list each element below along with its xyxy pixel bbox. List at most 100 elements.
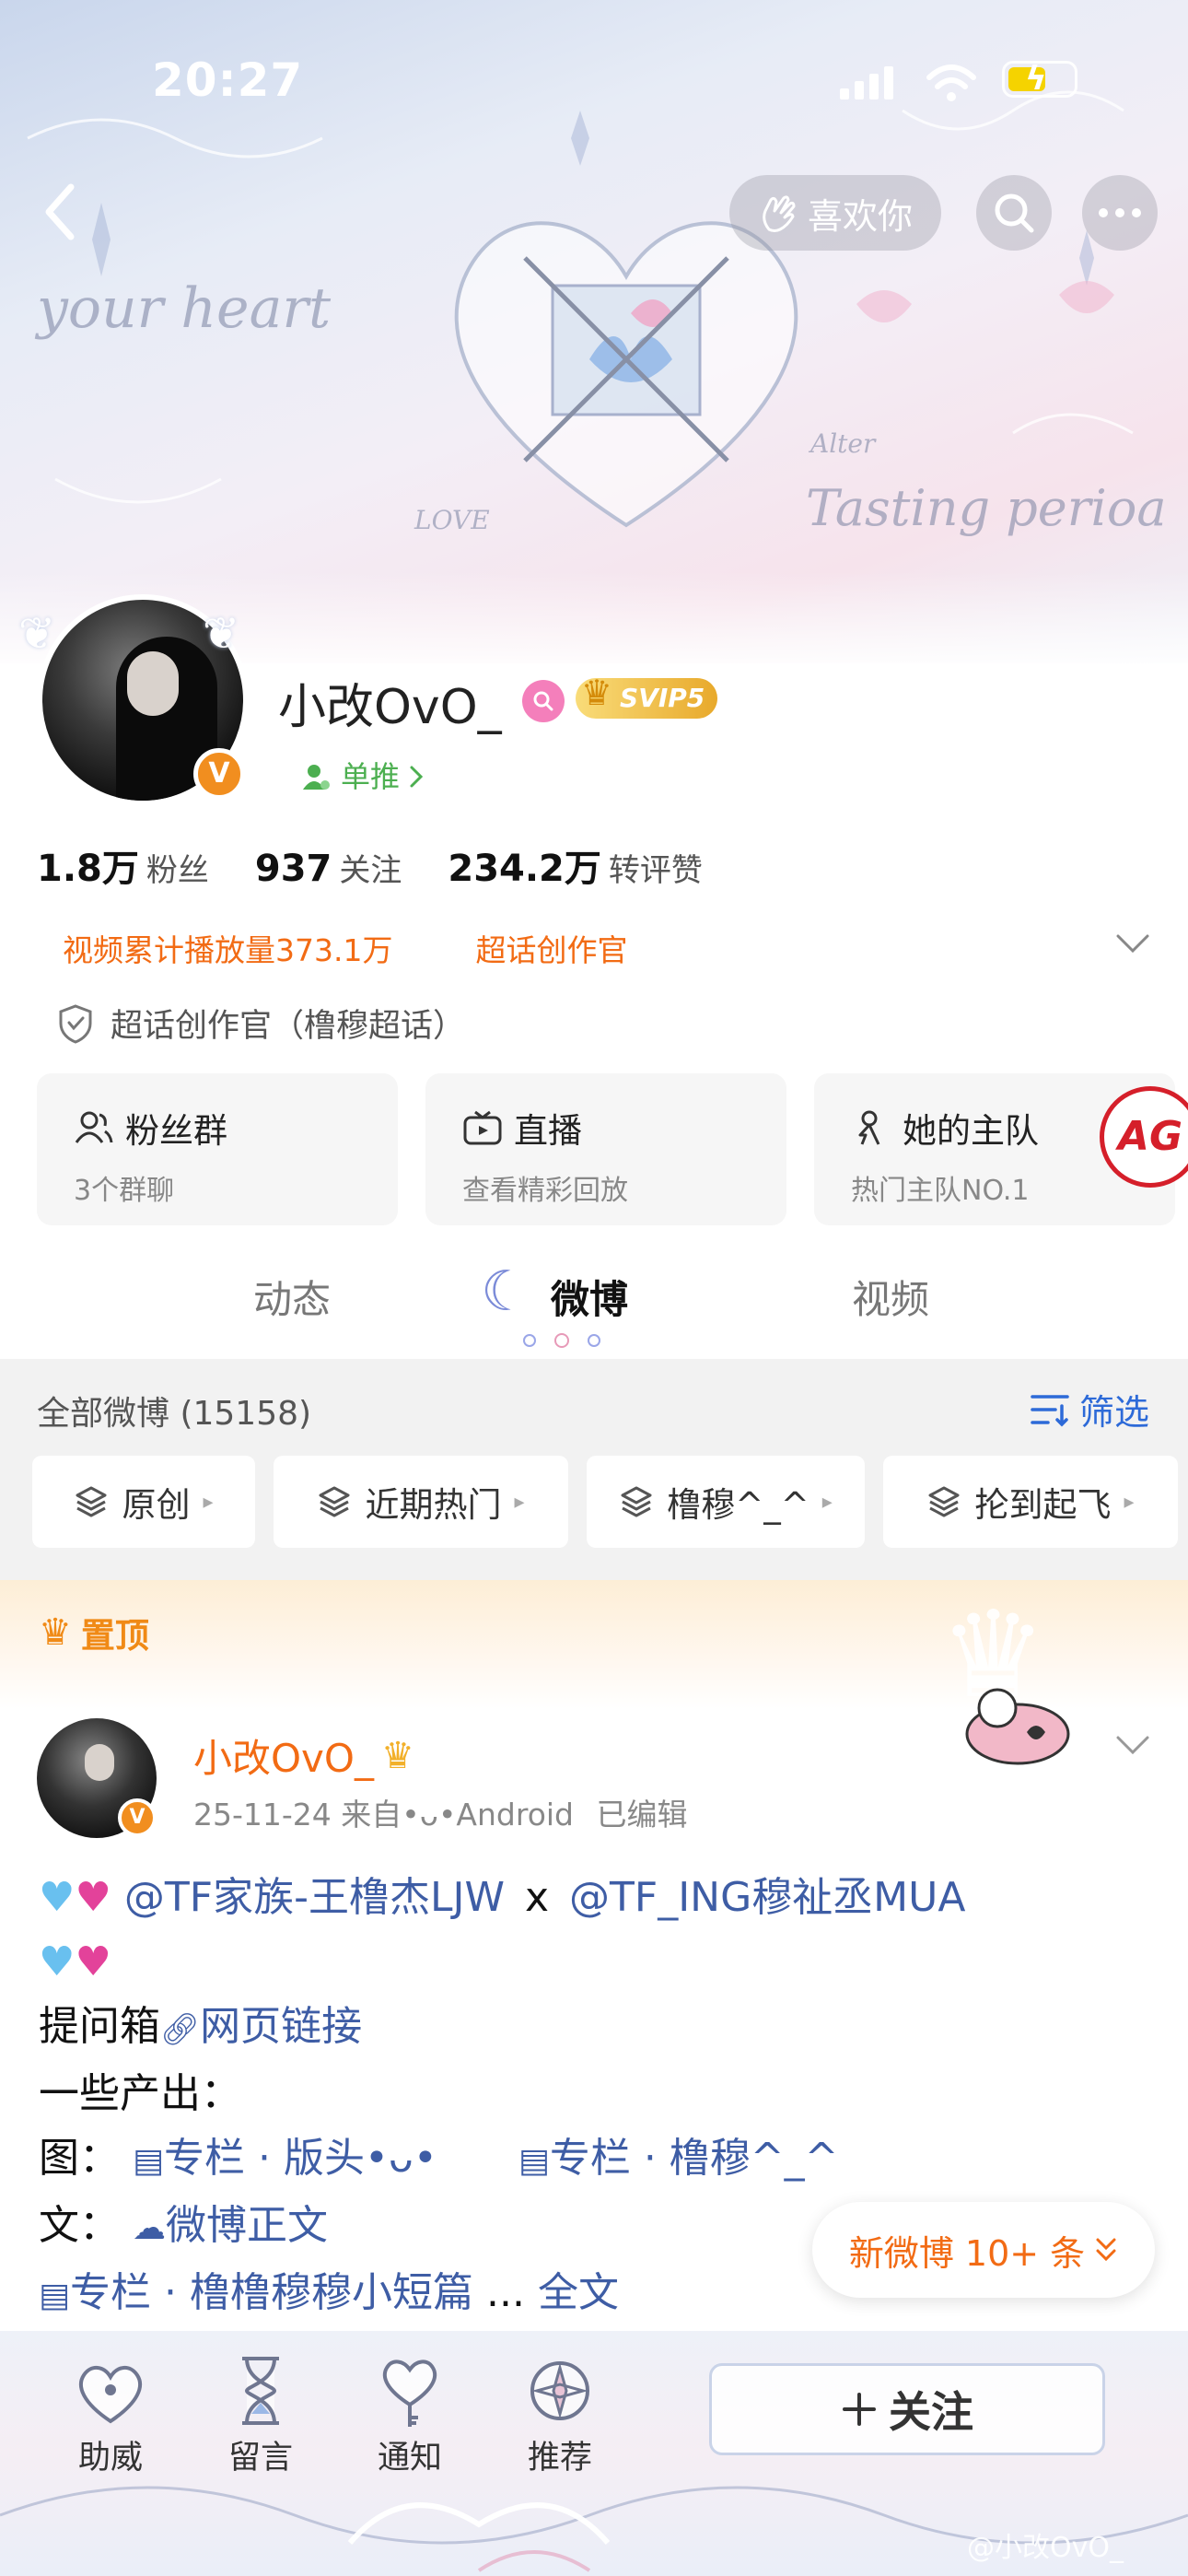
caret-right-icon: ▸	[514, 1490, 525, 1514]
cellular-signal-icon	[840, 66, 893, 100]
nav-label: 助威	[77, 2440, 143, 2476]
filter-button[interactable]: 筛选	[1030, 1384, 1149, 1434]
new-posts-button[interactable]: 新微博 10+ 条	[812, 2202, 1155, 2298]
more-button[interactable]	[1082, 175, 1158, 251]
heart-key-icon	[382, 2359, 437, 2427]
stat-number: 234.2万	[448, 848, 601, 890]
layers-icon	[319, 1486, 350, 1517]
feed-count-header: 全部微博 (15158)	[37, 1395, 312, 1433]
weibo-text-link[interactable]: ☁︎微博正文	[133, 2202, 328, 2249]
crown-icon: ♛	[581, 673, 613, 713]
shield-icon	[59, 1003, 92, 1044]
card-title: 粉丝群	[125, 1111, 227, 1151]
profile-tabs: 动态 ☾ 微博 视频	[0, 1248, 1188, 1359]
text-prefix: 文：	[39, 2202, 120, 2249]
cloud-icon: ☁︎	[133, 2209, 166, 2247]
svip-label: SVIP5	[620, 683, 705, 713]
link-icon: 🔗︎	[160, 2011, 201, 2048]
tab-activity[interactable]: 动态	[253, 1269, 331, 1325]
nav-recommend[interactable]: 推荐	[500, 2345, 620, 2478]
crown-icon: ♛	[380, 1734, 414, 1777]
banner-script-text: Tasting perioa	[806, 479, 1167, 537]
team-icon	[858, 1110, 880, 1145]
card-subtitle: 3个群聊	[74, 1175, 175, 1207]
filter-label: 筛选	[1079, 1392, 1150, 1433]
honor-super-topic[interactable]: 超话创作官	[475, 926, 627, 970]
filter-icon	[1031, 1394, 1069, 1426]
sticker-icon	[965, 1688, 1070, 1765]
pink-heart-icon: ♥	[75, 1874, 111, 1921]
blue-heart-icon: ♥	[39, 1938, 76, 1985]
back-button[interactable]	[28, 180, 92, 244]
search-button[interactable]	[976, 175, 1052, 251]
tag-label: 单推	[341, 759, 401, 794]
stat-followers[interactable]: 1.8万 粉丝	[37, 838, 209, 892]
watermark: @小改OvO_	[967, 2532, 1124, 2564]
column-link[interactable]: ▤专栏 · 橹穆^_^	[518, 2135, 839, 2182]
web-link[interactable]: 🔗︎网页链接	[160, 2003, 362, 2050]
stat-label: 转评赞	[608, 852, 703, 889]
group-icon	[75, 1111, 113, 1143]
weibo-text-link-label: 微博正文	[166, 2202, 328, 2249]
fan-group-card[interactable]: 粉丝群 3个群聊	[37, 1073, 398, 1225]
follow-button[interactable]: 关注	[709, 2363, 1105, 2455]
document-icon: ▤	[39, 2277, 71, 2314]
chip-original[interactable]: 原创 ▸	[32, 1456, 255, 1548]
chevron-down-icon[interactable]	[1114, 1734, 1151, 1756]
tab-indicator-icon	[523, 1333, 600, 1348]
battery-icon: ϟ	[1002, 60, 1077, 98]
nav-message[interactable]: 留言	[201, 2345, 320, 2478]
column-link-label: 专栏 · 版头•ᴗ•	[164, 2135, 437, 2182]
tv-icon	[463, 1110, 502, 1145]
verified-badge-icon: V	[118, 1798, 157, 1837]
honor-video-plays[interactable]: 视频累计播放量373.1万	[63, 926, 392, 970]
nav-notifications[interactable]: 通知	[350, 2345, 470, 2478]
like-you-button[interactable]: 喜欢你	[729, 175, 941, 251]
chip-takeoff[interactable]: 抡到起飞 ▸	[883, 1456, 1178, 1548]
search-icon	[995, 193, 1034, 233]
full-text-link[interactable]: 全文	[538, 2269, 619, 2316]
super-topic-role[interactable]: 超话创作官（橹穆超话）	[57, 1000, 465, 1047]
web-link-label: 网页链接	[200, 2003, 363, 2050]
tab-video[interactable]: 视频	[852, 1269, 929, 1325]
single-fan-tag-button[interactable]: 单推	[280, 751, 448, 802]
ellipsis: ...	[485, 2269, 525, 2316]
column-link[interactable]: ▤专栏 · 版头•ᴗ•	[133, 2135, 437, 2182]
stat-interactions[interactable]: 234.2万 转评赞	[448, 838, 703, 892]
nav-cheer[interactable]: 助威	[51, 2345, 170, 2478]
document-icon: ▤	[133, 2142, 165, 2180]
main-team-card[interactable]: 她的主队 热门主队NO.1 AG	[814, 1073, 1188, 1225]
status-bar: 20:27 ϟ	[0, 0, 1188, 157]
chip-recent-hot[interactable]: 近期热门 ▸	[274, 1456, 568, 1548]
heart-lock-icon	[78, 2366, 143, 2424]
like-you-label: 喜欢你	[807, 195, 913, 237]
mention-link[interactable]: @TF家族-王橹杰LJW	[124, 1874, 505, 1921]
post-date: 25-11-24	[193, 1797, 332, 1832]
more-dots-icon	[1099, 208, 1141, 217]
mention-link[interactable]: @TF_ING穆祉丞MUA	[569, 1874, 965, 1921]
pinned-label: ♛ 置顶	[39, 1608, 149, 1657]
search-badge-icon[interactable]	[522, 680, 565, 722]
status-time: 20:27	[152, 53, 304, 107]
follow-label: 关注	[889, 2387, 973, 2437]
verified-badge-icon: V	[193, 748, 245, 800]
compass-icon	[530, 2361, 589, 2420]
nav-label: 推荐	[527, 2440, 592, 2476]
post-edited[interactable]: 已编辑	[597, 1797, 688, 1832]
column-link[interactable]: ▤专栏 · 橹橹穆穆小短篇	[39, 2269, 473, 2316]
double-chevron-down-icon	[1096, 2238, 1116, 2262]
live-card[interactable]: 直播 查看精彩回放	[425, 1073, 786, 1225]
chip-lumu[interactable]: 橹穆^_^ ▸	[587, 1456, 865, 1548]
wifi-icon	[926, 64, 976, 101]
document-icon: ▤	[518, 2142, 550, 2180]
tab-weibo[interactable]: 微博	[551, 1269, 628, 1325]
pinned-text: 置顶	[80, 1616, 149, 1656]
nav-label: 通知	[377, 2440, 442, 2476]
stat-number: 1.8万	[37, 848, 139, 890]
profile-cards: 粉丝群 3个群聊 直播 查看精彩回放 她的主队 热门主队NO.1 AG	[37, 1073, 1188, 1225]
chevron-down-icon[interactable]	[1114, 932, 1151, 954]
post-author[interactable]: 小改OvO_ ♛	[193, 1727, 414, 1784]
stat-following[interactable]: 937 关注	[255, 845, 402, 890]
svip-badge[interactable]: ♛ SVIP5	[576, 673, 718, 719]
wing-icon: ❦	[18, 608, 56, 660]
